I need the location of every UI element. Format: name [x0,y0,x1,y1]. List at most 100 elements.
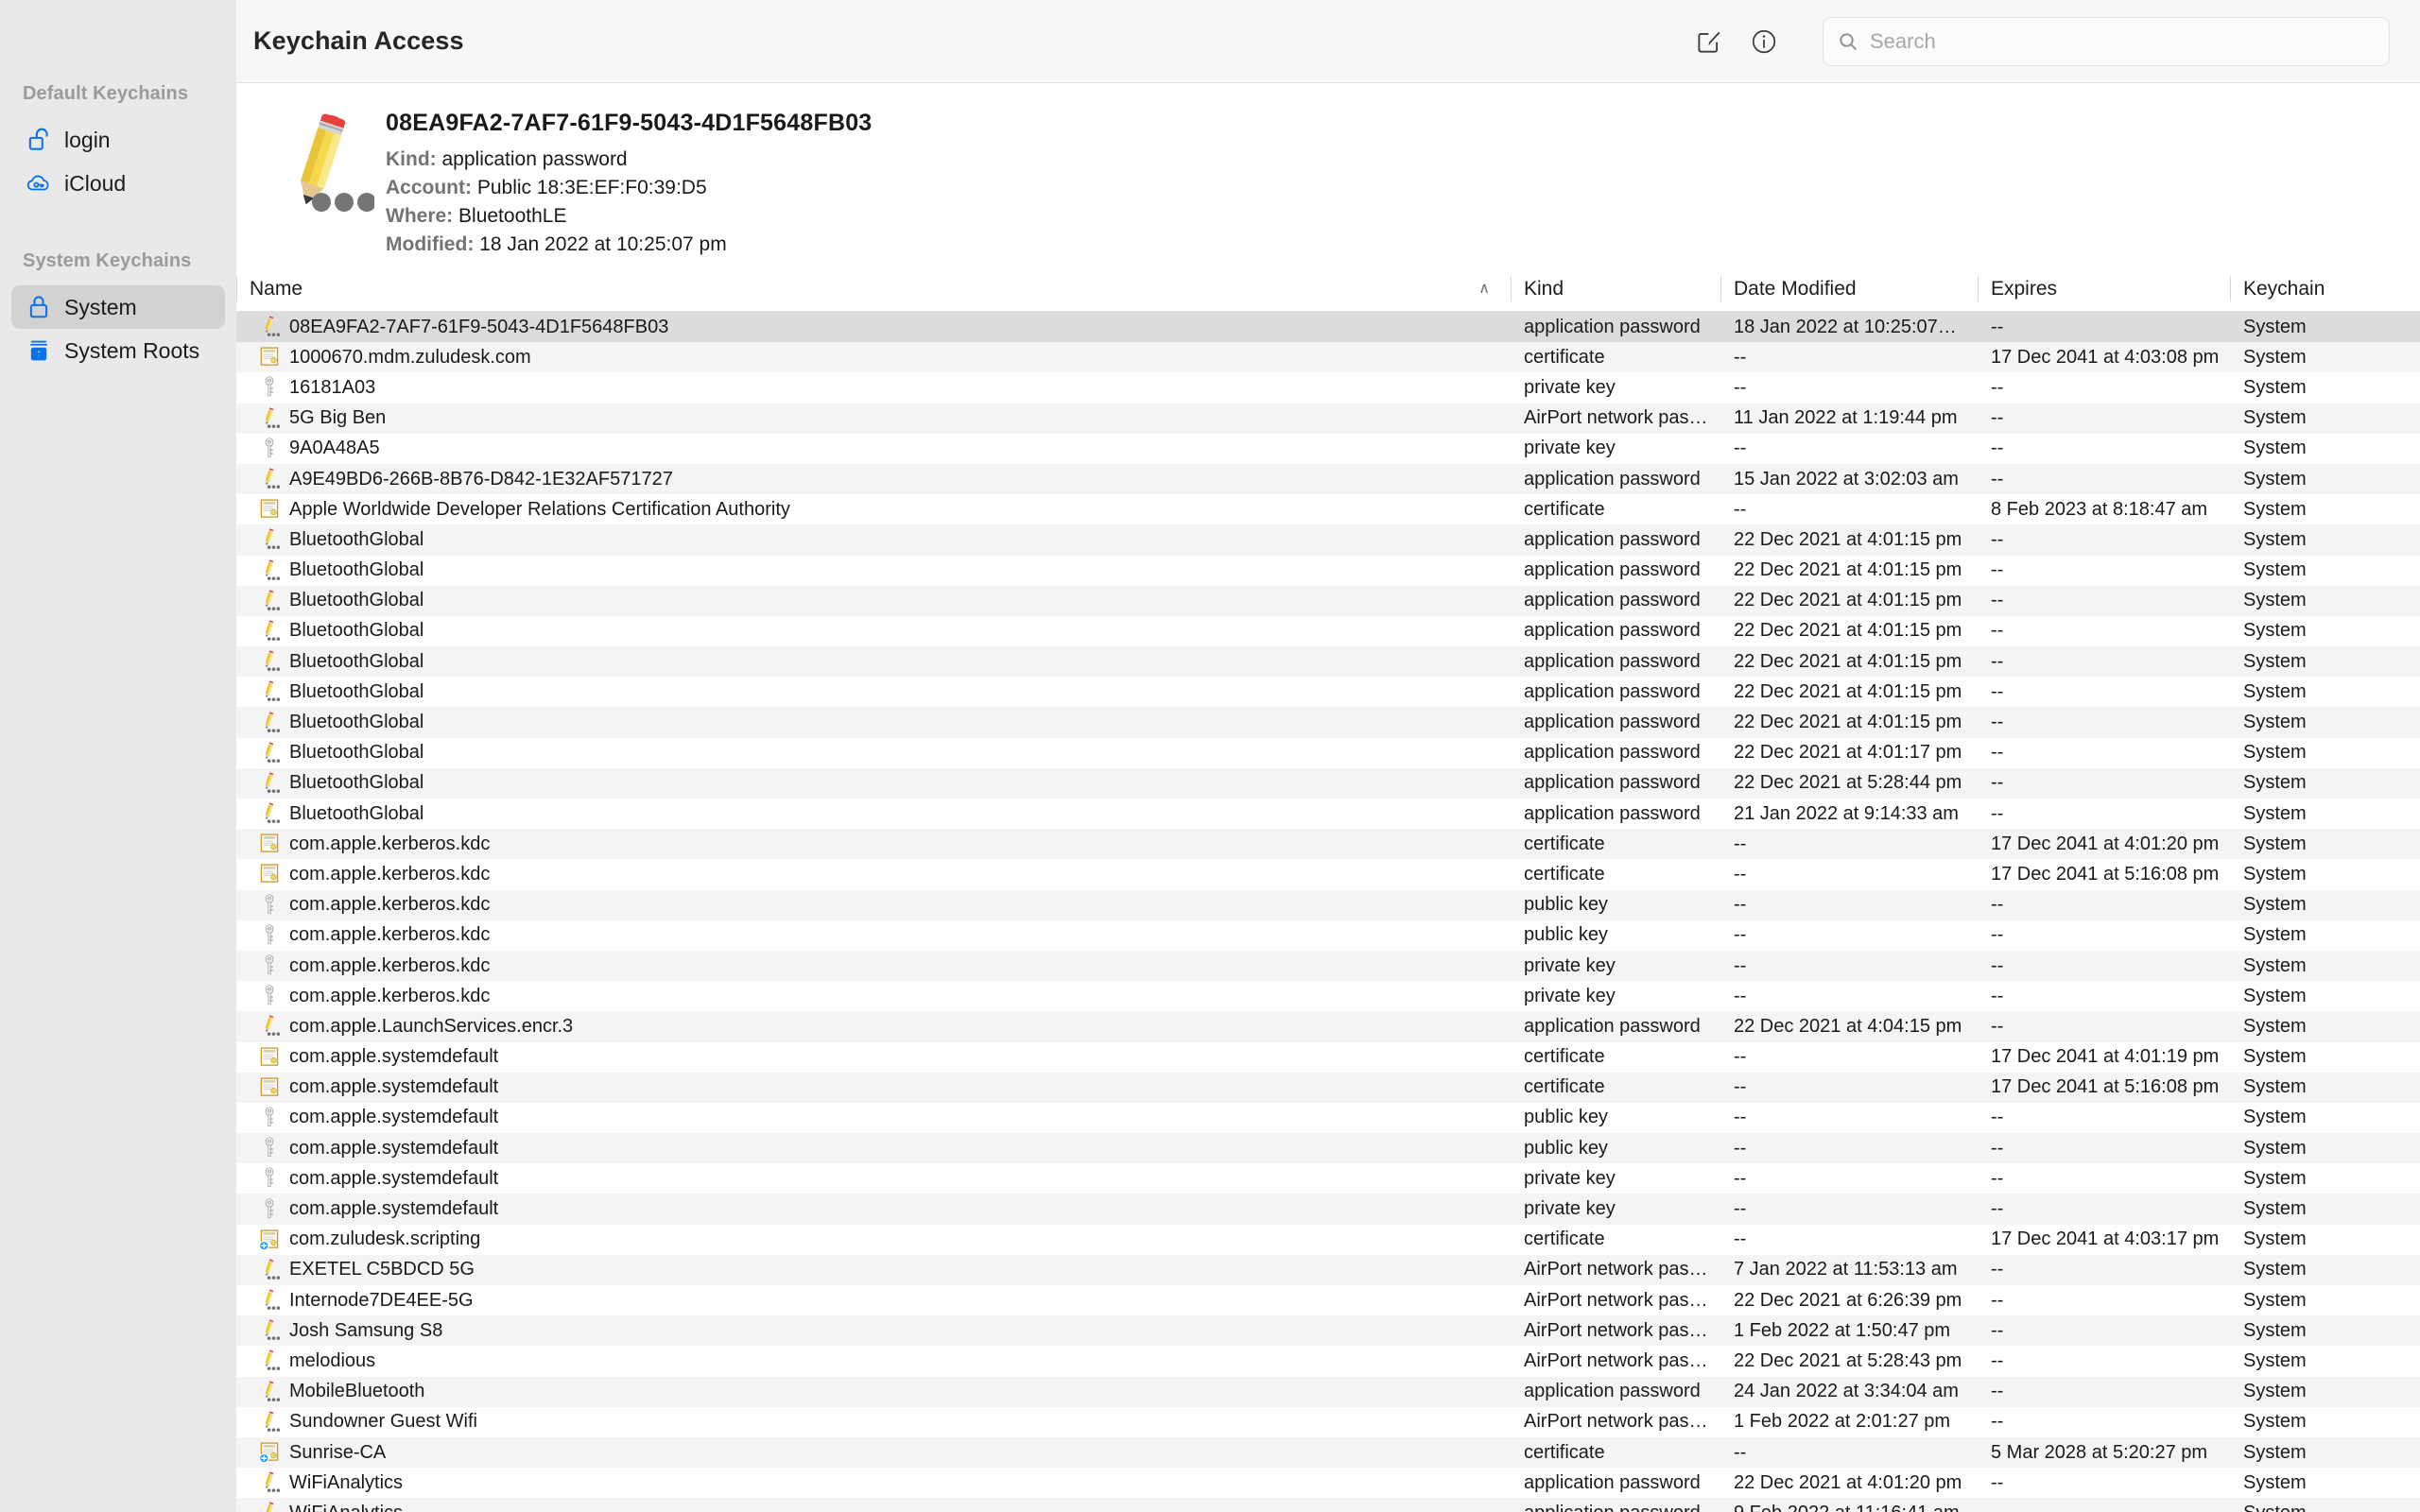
detail-field-key: Modified: [386,233,475,255]
table-row[interactable]: Apple Worldwide Developer Relations Cert… [236,494,2420,524]
detail-field: Account: Public 18:3E:EF:F0:39:D5 [386,174,872,202]
table-row[interactable]: com.zuludesk.scripting certificate -- 17 De… [236,1225,2420,1255]
table-row[interactable]: 1000670.mdm.zuludesk.com certificate -- 17 … [236,342,2420,373]
detail-field: Where: BluetoothLE [386,202,872,231]
sidebar-item-system-roots[interactable]: System Roots [11,329,225,372]
table-row[interactable]: BluetoothGlobal application password 22 De… [236,585,2420,616]
table-row[interactable]: BluetoothGlobal application password 21 Ja… [236,799,2420,829]
cell-keychain: System [2243,438,2307,459]
table-row[interactable]: BluetoothGlobal application password 22 De… [236,524,2420,556]
table-row[interactable]: 9A0A48A5 private key -- -- System [236,434,2420,464]
table-row[interactable]: BluetoothGlobal application password 22 De… [236,677,2420,707]
cell-kind: AirPort network pas… [1524,1289,1708,1311]
cell-name: com.apple.kerberos.kdc [236,833,1511,855]
table-row[interactable]: Josh Samsung S8 AirPort network pas… 1 Feb… [236,1315,2420,1347]
cell-date-modified: -- [1734,954,1747,976]
table-row[interactable]: com.apple.LaunchServices.encr.3 applicati… [236,1011,2420,1042]
cell-keychain: System [2243,985,2307,1006]
table-row[interactable]: 16181A03 private key -- -- System [236,372,2420,403]
cell-expires: 17 Dec 2041 at 4:01:19 pm [1991,1046,2220,1068]
cell-keychain: System [2243,1349,2307,1371]
detail-field-value: Public 18:3E:EF:F0:39:D5 [476,177,707,198]
table-row[interactable]: Internode7DE4EE-5G AirPort network pas… 22… [236,1285,2420,1315]
cell-kind: application password [1524,680,1701,702]
table-row[interactable]: EXETEL C5BDCD 5G AirPort network pas… 7 Ja… [236,1254,2420,1285]
table-row[interactable]: WiFiAnalytics application password 22 Dec … [236,1468,2420,1498]
table-row[interactable]: BluetoothGlobal application password 22 De… [236,738,2420,768]
table-row[interactable]: 5G Big Ben AirPort network pas… 11 Jan 202… [236,403,2420,434]
cell-kind: application password [1524,620,1701,642]
cell-date-modified: 24 Jan 2022 at 3:34:04 am [1734,1381,1959,1402]
table-row[interactable]: com.apple.systemdefault private key -- -- Sy… [236,1194,2420,1225]
table-row[interactable]: com.apple.systemdefault public key -- -- Sys… [236,1103,2420,1133]
key-icon [259,954,280,977]
table-row[interactable]: Sunrise-CA certificate -- 5 Mar 2028 at 5:2… [236,1436,2420,1469]
cell-date-modified: -- [1734,924,1747,946]
cell-kind: public key [1524,924,1608,946]
cell-date-modified: 22 Dec 2021 at 6:26:39 pm [1734,1289,1962,1311]
sidebar-item-login[interactable]: login [11,118,225,162]
cell-name-label: BluetoothGlobal [289,620,424,642]
column-header-expires[interactable]: Expires [1978,266,2230,311]
password-icon [265,742,280,763]
cell-keychain: System [2243,1289,2307,1311]
table-row[interactable]: melodious AirPort network pas… 22 Dec 2021… [236,1346,2420,1376]
column-header-kind[interactable]: Kind [1511,266,1720,311]
password-icon [265,1471,280,1493]
cell-name: com.apple.kerberos.kdc [236,985,1511,1007]
cell-keychain: System [2243,1319,2307,1341]
compose-button[interactable] [1685,17,1734,66]
table-row[interactable]: com.apple.kerberos.kdc certificate -- 17 De… [236,859,2420,889]
table-row[interactable]: com.apple.kerberos.kdc certificate -- 17 De… [236,829,2420,860]
cell-name: BluetoothGlobal [236,559,1511,582]
table-row[interactable]: BluetoothGlobal application password 22 De… [236,767,2420,799]
cell-date-modified: 7 Jan 2022 at 11:53:13 am [1734,1259,1958,1280]
password-icon [259,1381,280,1403]
cell-keychain: System [2243,1046,2307,1068]
table-row[interactable]: WiFiAnalytics application password9 Feb 2… [236,1498,2420,1512]
detail-field-key: Account: [386,177,472,198]
cell-date-modified: 1 Feb 2022 at 1:50:47 pm [1734,1319,1951,1341]
search-field[interactable]: Search [1823,16,2390,66]
column-header-keychain[interactable]: Keychain [2230,266,2419,311]
table-row[interactable]: com.apple.kerberos.kdc private key -- -- Sys… [236,981,2420,1011]
column-header-name[interactable]: Name ∧ [236,266,1511,311]
table-row[interactable]: BluetoothGlobal application password 22 De… [236,646,2420,678]
cell-date-modified: 22 Dec 2021 at 5:28:44 pm [1734,772,1962,794]
cell-date-modified: -- [1734,1198,1747,1220]
cell-name: WiFiAnalytics [236,1502,1511,1512]
cell-name-label: BluetoothGlobal [289,772,424,794]
table-row[interactable]: com.apple.kerberos.kdc private key -- -- Sys… [236,950,2420,982]
table-row[interactable]: com.apple.kerberos.kdc public key -- -- Syst… [236,889,2420,920]
cell-kind: application password [1524,1015,1701,1037]
table-row[interactable]: BluetoothGlobal application password 22 De… [236,616,2420,646]
table-row[interactable]: BluetoothGlobal application password 22 De… [236,707,2420,738]
cell-name-label: 16181A03 [289,376,376,398]
certificate-badge-icon [259,1229,279,1251]
sidebar-item-system[interactable]: System [11,285,225,329]
table-row[interactable]: BluetoothGlobal application password 22 De… [236,556,2420,586]
cell-expires: 17 Dec 2041 at 4:03:17 pm [1991,1228,2220,1250]
sidebar-group: Default Keychains login iCloud [0,83,236,205]
info-button[interactable] [1739,17,1789,66]
password-icon [259,1259,280,1281]
table-row[interactable]: com.apple.systemdefault public key -- -- Sys… [236,1133,2420,1164]
key-icon [265,893,274,914]
cell-name: com.apple.systemdefault [236,1076,1511,1099]
table-row[interactable]: com.apple.systemdefault certificate -- 17 D… [236,1072,2420,1103]
cell-date-modified: 18 Jan 2022 at 10:25:07… [1734,316,1957,337]
table-row[interactable]: 08EA9FA2-7AF7-61F9-5043-4D1F5648FB03 appl… [236,312,2420,343]
table-row[interactable]: A9E49BD6-266B-8B76-D842-1E32AF571727 appl… [236,463,2420,495]
cell-kind: certificate [1524,833,1605,854]
column-header-date-modified[interactable]: Date Modified [1720,266,1978,311]
table-row[interactable]: com.apple.kerberos.kdc public key -- -- Syst… [236,920,2420,951]
table-row[interactable]: com.apple.systemdefault private key -- -- Sy… [236,1163,2420,1194]
cell-expires: -- [1991,650,2004,672]
table-row[interactable]: com.apple.systemdefault certificate -- 17 D… [236,1042,2420,1073]
sidebar-item-icloud[interactable]: iCloud [11,162,225,205]
key-icon [259,438,280,460]
table-row[interactable]: MobileBluetooth application password 24 Ja… [236,1376,2420,1407]
cell-name-label: com.apple.kerberos.kdc [289,924,491,946]
table-row[interactable]: Sundowner Guest Wifi AirPort network pas…… [236,1407,2420,1437]
cell-kind: application password [1524,528,1701,550]
